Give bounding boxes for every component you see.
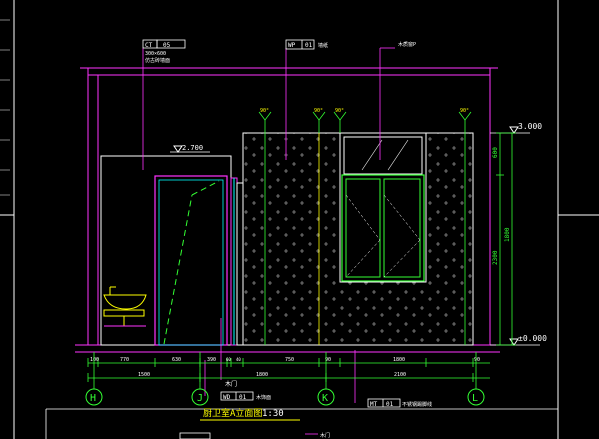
- title-block: 厨卫室A立面图 1:30 木门: [45, 407, 558, 439]
- dim-right-600: 600: [492, 147, 499, 158]
- tag-window: 木质窗P: [398, 41, 416, 48]
- door: [154, 175, 228, 346]
- dim-top-6: 750: [285, 357, 294, 363]
- window: [339, 132, 427, 283]
- tag-ct-note1: 300×600: [145, 51, 166, 57]
- tag-ct-code: CT: [145, 42, 153, 49]
- tag-mt-num: 01: [386, 401, 394, 408]
- angle-4: 90°: [460, 108, 469, 114]
- axis-label-l: L: [472, 393, 478, 404]
- dim-right-1800: 1800: [504, 227, 511, 242]
- tag-window-note: 木质窗P: [398, 41, 416, 48]
- level-marker-bottom: ±0.000: [490, 334, 547, 346]
- tag-ct-note2: 仿古砖墙面: [145, 57, 170, 64]
- tag-wd-note: 木饰面: [256, 394, 271, 401]
- level-door-text: 2.700: [182, 144, 203, 152]
- sink: [103, 286, 147, 327]
- drawing-title: 厨卫室A立面图: [203, 407, 262, 419]
- dim-top-3: 390: [207, 357, 216, 363]
- door-jamb: [230, 177, 244, 346]
- tag-ct-num: 05: [163, 42, 171, 49]
- tag-wd-num: 01: [239, 394, 247, 401]
- tag-wp: WP 01 墙纸: [285, 39, 328, 50]
- level-marker-top: 3.000: [490, 122, 542, 134]
- floor-line: [75, 344, 500, 353]
- dim-mid-1: 1800: [256, 372, 268, 378]
- axis-bubble-h: H: [85, 388, 103, 406]
- level-top-text: 3.000: [518, 122, 542, 131]
- tag-mt-code: MT: [370, 401, 378, 408]
- level-marker-door: 2.700: [170, 144, 210, 153]
- level-bottom-text: ±0.000: [518, 334, 547, 343]
- angle-3: 90°: [335, 108, 344, 114]
- drawing-scale: 1:30: [262, 409, 284, 419]
- axis-label-k: K: [322, 393, 328, 404]
- axis-bubble-j: J: [191, 388, 209, 406]
- tag-ct: CT 05 300×600 仿古砖墙面: [142, 39, 186, 64]
- dim-top-4: 60: [226, 357, 231, 362]
- dim-right-2300: 2300: [492, 250, 499, 265]
- dim-top-5: 40: [236, 357, 241, 362]
- tag-wp-num: 01: [305, 42, 313, 49]
- tag-wp-note: 墙纸: [318, 42, 328, 49]
- dim-top-1: 770: [120, 357, 129, 363]
- axis-label-j: J: [197, 393, 203, 404]
- dim-mid-2: 2100: [394, 372, 406, 378]
- dim-top-0: 100: [90, 357, 99, 363]
- tag-wd-code: WD: [223, 394, 231, 401]
- cad-drawing-canvas: 3.000 ±0.000 2.700 600 2300 1800 90° 90°…: [0, 0, 599, 439]
- axis-label-h: H: [90, 393, 96, 404]
- angle-2: 90°: [314, 108, 323, 114]
- tag-mt-note: 不锈钢踢脚线: [402, 401, 432, 408]
- tag-wd: WD 01 木饰面: [220, 391, 271, 401]
- tag-wp-code: WP: [288, 42, 296, 49]
- angle-1: 90°: [260, 108, 269, 114]
- axis-bubble-k: K: [317, 388, 335, 406]
- dim-mid-0: 1500: [138, 372, 150, 378]
- dim-top-8: 1800: [393, 357, 405, 363]
- axis-bubble-l: L: [467, 388, 485, 406]
- tag-mt: MT 01 不锈钢踢脚线: [367, 398, 432, 408]
- bottom-tag-note: 木门: [320, 432, 330, 439]
- left-ruler-ticks: [0, 19, 10, 196]
- dim-top-9: 90: [474, 357, 480, 363]
- dim-top-2: 630: [172, 357, 181, 363]
- tag-door-note: 木门: [225, 380, 237, 388]
